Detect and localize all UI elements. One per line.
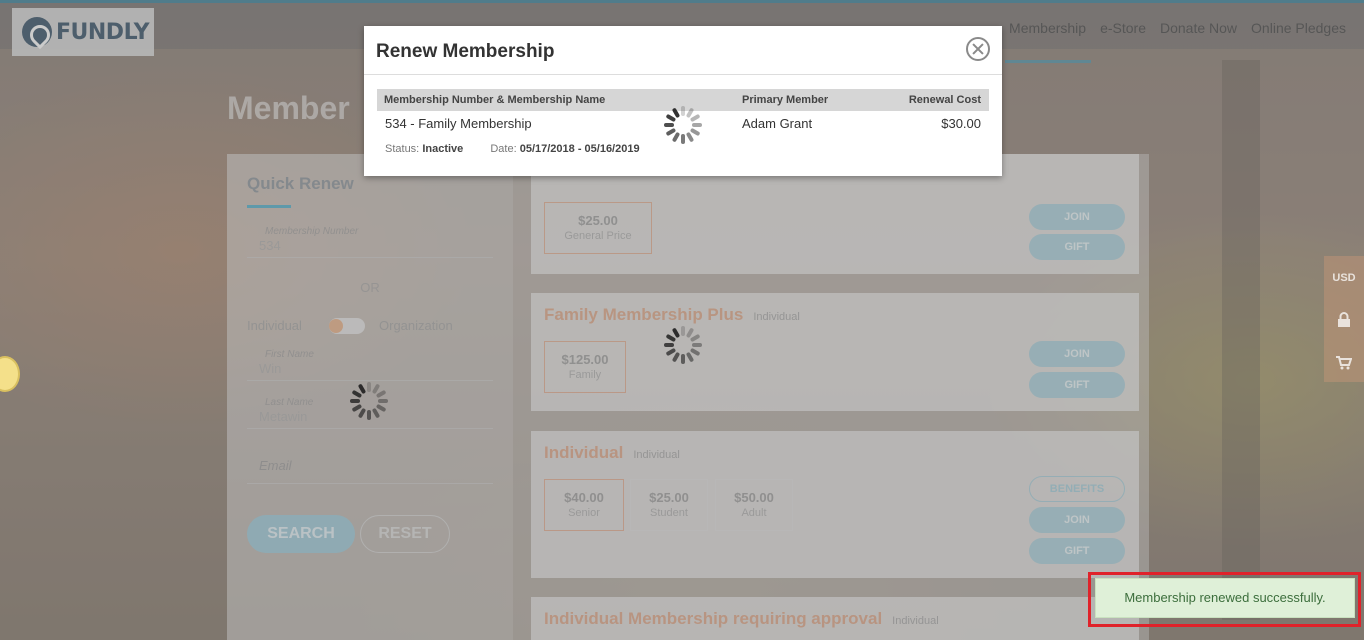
date-value: 05/17/2018 - 05/16/2019 (519, 143, 640, 155)
primary-member-name: Adam Grant (742, 116, 813, 131)
spinner-spoke (692, 343, 702, 347)
loading-spinner-icon (664, 106, 702, 144)
membership-name: 534 - Family Membership (385, 116, 532, 131)
column-primary-member: Primary Member (742, 94, 829, 106)
spinner-spoke (671, 351, 681, 363)
spinner-spoke (671, 131, 681, 143)
modal-divider (364, 74, 1002, 75)
renewal-cost: $30.00 (941, 116, 981, 131)
spinner-spoke (692, 123, 702, 127)
loading-spinner-icon (350, 382, 388, 420)
currency-selector[interactable]: USD (1324, 272, 1364, 284)
date-label: Date: (490, 143, 517, 155)
renew-membership-modal: Renew Membership Membership Number & Mem… (364, 26, 1002, 176)
column-membership: Membership Number & Membership Name (384, 94, 606, 106)
spinner-spoke (357, 407, 367, 419)
loading-spinner-icon (664, 326, 702, 364)
modal-title: Renew Membership (376, 41, 555, 62)
status-label: Status: (385, 143, 420, 155)
spinner-spoke (681, 354, 685, 364)
spinner-spoke (689, 113, 701, 123)
membership-status-line: Status: Inactive Date: 05/17/2018 - 05/1… (385, 143, 640, 155)
spinner-spoke (664, 123, 674, 127)
spinner-spoke (375, 389, 387, 399)
cart-icon[interactable] (1324, 356, 1364, 373)
lock-icon[interactable] (1324, 312, 1364, 331)
close-icon[interactable] (966, 37, 990, 61)
side-widget: USD (1324, 256, 1364, 382)
spinner-spoke (367, 410, 371, 420)
spinner-spoke (367, 382, 371, 392)
spinner-spoke (664, 343, 674, 347)
spinner-spoke (689, 333, 701, 343)
success-toast[interactable]: Membership renewed successfully. (1095, 578, 1355, 618)
spinner-spoke (378, 399, 388, 403)
column-renewal-cost: Renewal Cost (908, 94, 981, 106)
spinner-spoke (681, 134, 685, 144)
spinner-spoke (681, 106, 685, 116)
spinner-spoke (350, 399, 360, 403)
status-value: Inactive (422, 143, 464, 155)
spinner-spoke (681, 326, 685, 336)
